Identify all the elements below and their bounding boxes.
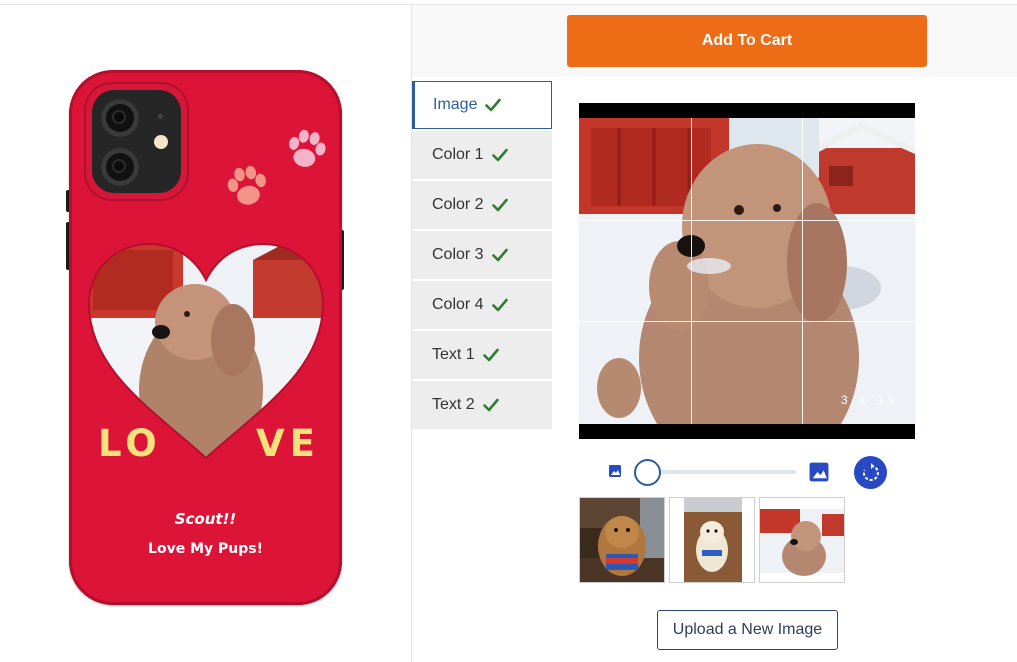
tab-label: Color 2 bbox=[432, 196, 484, 213]
case-body: LO VE Scout!! Love My Pups! bbox=[69, 70, 342, 605]
case-text-2: Love My Pups! bbox=[148, 541, 263, 557]
tab-label: Color 1 bbox=[432, 146, 484, 163]
tab-image[interactable]: Image bbox=[412, 81, 552, 129]
crop-grid-line bbox=[802, 118, 803, 424]
tab-label: Text 1 bbox=[432, 346, 475, 363]
tab-color-4[interactable]: Color 4 bbox=[412, 281, 552, 331]
checkmark-icon bbox=[491, 248, 508, 262]
tab-color-3[interactable]: Color 3 bbox=[412, 231, 552, 281]
tab-text-1[interactable]: Text 1 bbox=[412, 331, 552, 381]
crop-photo: 3 1 19 bbox=[579, 118, 915, 424]
tab-label: Color 4 bbox=[432, 296, 484, 313]
paw-icon bbox=[227, 165, 266, 205]
love-text-right: VE bbox=[256, 422, 320, 465]
thumbnail-1[interactable] bbox=[579, 497, 665, 583]
tab-label: Color 3 bbox=[432, 246, 484, 263]
dog-in-snow-photo bbox=[760, 498, 844, 582]
crop-grid-line bbox=[691, 118, 692, 424]
camera-mic bbox=[158, 114, 163, 119]
camera-lens bbox=[101, 148, 139, 186]
checkmark-icon bbox=[482, 398, 499, 412]
upload-new-image-button[interactable]: Upload a New Image bbox=[657, 610, 838, 650]
tab-text-2[interactable]: Text 2 bbox=[412, 381, 552, 431]
paw-icon bbox=[289, 129, 326, 167]
dog-on-floor-photo bbox=[580, 498, 664, 582]
camera-flash bbox=[154, 135, 168, 149]
tab-label: Text 2 bbox=[432, 396, 475, 413]
checkmark-icon bbox=[491, 298, 508, 312]
tab-label: Image bbox=[433, 96, 478, 113]
tab-color-2[interactable]: Color 2 bbox=[412, 181, 552, 231]
rotate-icon bbox=[862, 462, 879, 481]
thumbnail-2[interactable] bbox=[669, 497, 755, 583]
camera-module bbox=[86, 84, 187, 199]
image-crop-editor[interactable]: 3 1 19 bbox=[579, 103, 915, 439]
checkmark-icon bbox=[485, 98, 502, 112]
photo-watermark: 3 1 19 bbox=[841, 393, 898, 407]
rotate-button[interactable] bbox=[854, 456, 887, 489]
case-text-1: Scout!! bbox=[174, 510, 237, 528]
tab-color-1[interactable]: Color 1 bbox=[412, 131, 552, 181]
white-puppy-photo bbox=[670, 498, 754, 582]
add-to-cart-button[interactable]: Add To Cart bbox=[567, 15, 927, 67]
camera-lens bbox=[101, 99, 139, 137]
image-small-icon bbox=[609, 465, 621, 477]
zoom-controls bbox=[603, 455, 893, 489]
crop-grid-line bbox=[579, 220, 915, 221]
zoom-slider-handle[interactable] bbox=[634, 459, 661, 486]
love-text-left: LO bbox=[98, 422, 162, 465]
crop-grid-line bbox=[579, 321, 915, 322]
zoom-slider-track[interactable] bbox=[648, 470, 796, 474]
customization-tabs: Image Color 1 Color 2 Color 3 Color 4 Te… bbox=[412, 81, 552, 431]
thumbnail-3[interactable] bbox=[759, 497, 845, 583]
image-large-icon bbox=[809, 462, 829, 482]
checkmark-icon bbox=[482, 348, 499, 362]
checkmark-icon bbox=[491, 148, 508, 162]
phone-case-preview: LO VE Scout!! Love My Pups! bbox=[66, 70, 344, 605]
checkmark-icon bbox=[491, 198, 508, 212]
